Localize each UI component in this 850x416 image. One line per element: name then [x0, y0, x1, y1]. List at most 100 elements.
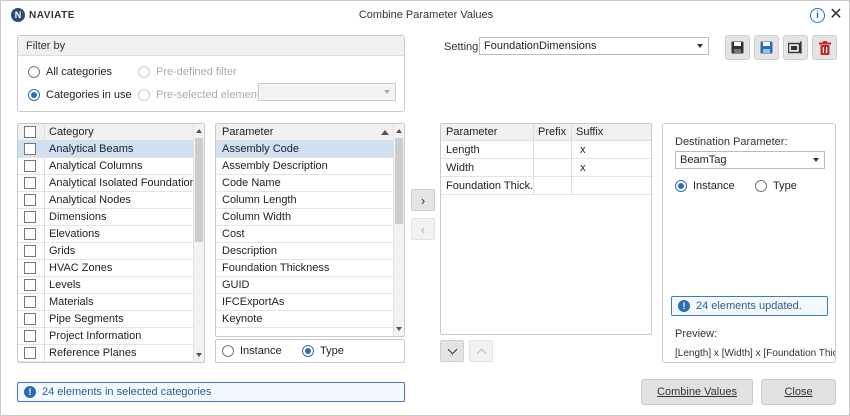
parameter-row[interactable]: Assembly Description	[216, 158, 393, 175]
parameter-list-header: Parameter	[216, 124, 393, 141]
category-scrollbar[interactable]	[193, 124, 204, 362]
radio-label: All categories	[46, 66, 113, 78]
category-label: Levels	[49, 279, 81, 291]
parameter-list: Parameter Assembly Code Assembly Descript…	[215, 123, 405, 337]
radio-predefined-filter[interactable]: Pre-defined filter	[138, 66, 237, 78]
category-checkbox[interactable]	[24, 177, 36, 189]
chevron-down-icon	[447, 344, 457, 354]
combined-row[interactable]: Length x	[441, 141, 651, 159]
preview-label: Preview:	[675, 328, 718, 340]
parameter-row[interactable]: Code Name	[216, 175, 393, 192]
category-checkbox[interactable]	[24, 194, 36, 206]
category-checkbox[interactable]	[24, 228, 36, 240]
parameter-row[interactable]: Column Width	[216, 209, 393, 226]
category-checkbox[interactable]	[24, 211, 36, 223]
category-checkbox[interactable]	[24, 296, 36, 308]
category-checkbox[interactable]	[24, 160, 36, 172]
category-checkbox[interactable]	[24, 313, 36, 325]
chevron-up-icon	[476, 348, 486, 358]
parameter-label: Keynote	[222, 313, 263, 325]
category-row[interactable]: Analytical Columns	[18, 158, 193, 175]
category-row[interactable]: Analytical Isolated Foundations	[18, 175, 193, 192]
category-checkbox[interactable]	[24, 245, 36, 257]
combined-rows: Length x Width x Foundation Thick...	[441, 141, 651, 195]
combined-row[interactable]: Width x	[441, 159, 651, 177]
category-row[interactable]: Dimensions	[18, 209, 193, 226]
delete-button[interactable]	[812, 35, 837, 60]
close-button[interactable]: Close	[761, 379, 836, 405]
radio-preselected-elements[interactable]: Pre-selected elements	[138, 89, 265, 101]
parameter-row[interactable]: Foundation Thickness	[216, 260, 393, 277]
radio-dot-selected	[28, 89, 40, 101]
category-checkbox[interactable]	[24, 262, 36, 274]
scrollbar-thumb[interactable]	[195, 138, 203, 242]
combined-row[interactable]: Foundation Thick...	[441, 177, 651, 195]
destination-label: Destination Parameter:	[675, 136, 788, 148]
move-up-button[interactable]	[469, 340, 493, 362]
category-row[interactable]: Grids	[18, 243, 193, 260]
radio-dot	[28, 66, 40, 78]
remove-parameter-button[interactable]: ‹	[411, 218, 435, 240]
category-label: HVAC Zones	[49, 262, 113, 274]
category-row[interactable]: Reference Planes	[18, 345, 193, 362]
scrollbar-thumb[interactable]	[395, 138, 403, 224]
save-as-icon	[760, 41, 773, 54]
radio-dot	[138, 66, 150, 78]
category-checkbox[interactable]	[24, 279, 36, 291]
select-all-checkbox[interactable]	[24, 126, 36, 138]
radio-label: Pre-selected elements	[156, 89, 266, 101]
rename-button[interactable]	[783, 35, 808, 60]
radio-destination-type[interactable]: Type	[755, 180, 797, 192]
radio-parameter-instance[interactable]: Instance	[222, 345, 282, 357]
category-list-header: Category	[18, 124, 204, 141]
predefined-filter-dropdown[interactable]	[258, 83, 396, 101]
parameter-row[interactable]: GUID	[216, 277, 393, 294]
parameter-row[interactable]: Description	[216, 243, 393, 260]
category-checkbox[interactable]	[24, 330, 36, 342]
combine-values-button[interactable]: Combine Values	[641, 379, 753, 405]
parameter-row[interactable]: IFCExportAs	[216, 294, 393, 311]
parameter-row[interactable]: Cost	[216, 226, 393, 243]
footer-status-text: 24 elements in selected categories	[42, 386, 212, 398]
destination-dropdown[interactable]: BeamTag	[675, 151, 825, 169]
category-row[interactable]: Materials	[18, 294, 193, 311]
combined-suffix-cell[interactable]: x	[572, 162, 586, 174]
save-button[interactable]	[725, 35, 750, 60]
radio-destination-instance[interactable]: Instance	[675, 180, 735, 192]
category-checkbox[interactable]	[24, 143, 36, 155]
category-row[interactable]: Project Information	[18, 328, 193, 345]
save-as-button[interactable]	[754, 35, 779, 60]
info-icon: !	[24, 386, 36, 398]
parameter-scrollbar[interactable]	[393, 124, 404, 336]
parameter-row[interactable]: Assembly Code	[216, 141, 393, 158]
radio-all-categories[interactable]: All categories	[28, 66, 112, 78]
close-icon[interactable]: ✕	[827, 5, 845, 23]
category-row[interactable]: Analytical Beams	[18, 141, 193, 158]
radio-dot-selected	[675, 180, 687, 192]
category-row[interactable]: Analytical Nodes	[18, 192, 193, 209]
sort-ascending-icon[interactable]	[381, 129, 389, 135]
window-title: Combine Parameter Values	[358, 9, 494, 21]
category-row[interactable]: Pipe Segments	[18, 311, 193, 328]
category-label: Grids	[49, 245, 76, 257]
parameter-rows: Assembly Code Assembly Description Code Na…	[216, 141, 393, 328]
radio-label: Pre-defined filter	[156, 66, 237, 78]
combined-suffix-cell[interactable]: x	[572, 144, 586, 156]
category-row[interactable]: Elevations	[18, 226, 193, 243]
save-icon	[731, 41, 744, 54]
radio-parameter-type[interactable]: Type	[302, 345, 344, 357]
category-checkbox[interactable]	[24, 347, 36, 359]
parameter-row[interactable]: Column Length	[216, 192, 393, 209]
setting-dropdown[interactable]: FoundationDimensions	[479, 37, 709, 55]
category-row[interactable]: HVAC Zones	[18, 260, 193, 277]
add-parameter-button[interactable]: ›	[411, 189, 435, 211]
parameter-label: Foundation Thickness	[222, 262, 330, 274]
category-label: Analytical Isolated Foundations	[49, 177, 193, 189]
radio-categories-in-use[interactable]: Categories in use	[28, 89, 132, 101]
move-down-button[interactable]	[440, 340, 464, 362]
parameter-column-header: Parameter	[222, 126, 274, 138]
help-info-icon[interactable]: i	[810, 8, 825, 23]
parameter-row[interactable]: Keynote	[216, 311, 393, 328]
category-row[interactable]: Levels	[18, 277, 193, 294]
col-prefix-header: Prefix	[538, 126, 567, 138]
